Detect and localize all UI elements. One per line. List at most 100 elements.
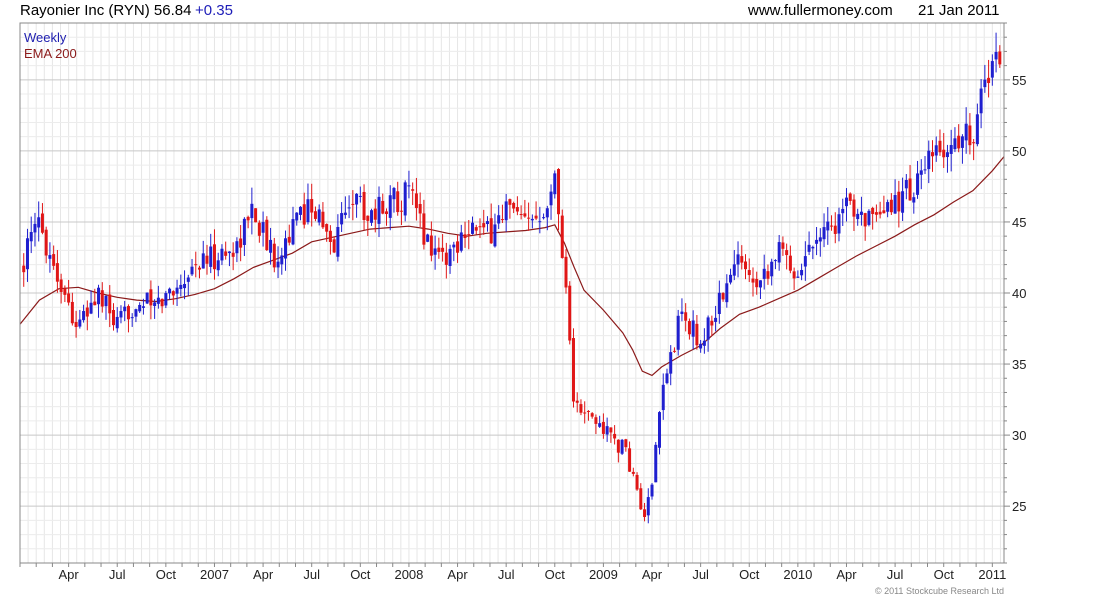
candle-body [444, 252, 448, 265]
candle-body [216, 260, 220, 271]
candle-body [205, 255, 209, 264]
candle-body [194, 264, 198, 266]
y-axis: 25 30 35 40 45 50 55 [1004, 22, 1026, 564]
candle-body [168, 288, 172, 294]
candle-body [220, 248, 224, 261]
candle-body [459, 232, 463, 251]
candle-body [998, 51, 1002, 65]
candle-body [160, 298, 164, 307]
candle-body [355, 193, 359, 205]
y-tick-label: 45 [1012, 215, 1026, 230]
candle-body [945, 152, 949, 158]
candle-body [493, 224, 497, 247]
candle-body [111, 309, 115, 326]
candle-body [321, 211, 325, 228]
candle-body [362, 191, 366, 220]
candle-body [822, 227, 826, 240]
candle-body [777, 242, 781, 263]
candle-body [414, 193, 418, 209]
candle-body [781, 242, 785, 249]
candle-body [40, 213, 44, 233]
x-tick-label: Apr [253, 567, 274, 582]
candle-body [695, 323, 699, 346]
candle-body [186, 277, 190, 282]
candle-body [29, 231, 33, 242]
candle-body [306, 199, 310, 223]
candle-body [751, 278, 755, 283]
candle-body [568, 285, 572, 341]
candle-body [987, 77, 991, 84]
candle-body [482, 223, 486, 228]
candle-body [788, 255, 792, 271]
candle-body [803, 256, 807, 267]
candle-body [37, 217, 41, 228]
candle-body [89, 302, 93, 314]
candle-body [441, 247, 445, 252]
candle-body [549, 191, 553, 206]
candle-body [44, 229, 48, 256]
y-tick-label: 30 [1012, 428, 1026, 443]
legend-ema: EMA 200 [24, 46, 77, 61]
candle-body [70, 301, 74, 324]
candle-body [63, 288, 67, 295]
candle-body [119, 311, 123, 318]
candle-body [856, 213, 860, 220]
y-tick-label: 50 [1012, 144, 1026, 159]
x-tick-label: Jul [109, 567, 126, 582]
x-tick-label: Apr [836, 567, 857, 582]
candle-body [758, 280, 762, 288]
candle-body [796, 276, 800, 278]
candle-body [317, 209, 321, 223]
x-tick-label: Apr [58, 567, 79, 582]
candle-body [231, 252, 235, 257]
candle-body [657, 412, 661, 448]
candle-body [115, 316, 119, 329]
candle-body [227, 251, 231, 254]
candle-body [807, 244, 811, 252]
candle-body [212, 244, 216, 270]
candle-body [384, 211, 388, 215]
candle-body [478, 226, 482, 228]
candle-body [557, 169, 561, 215]
candle-body [59, 279, 63, 292]
candle-body [785, 250, 789, 256]
candle-body [863, 213, 867, 227]
y-tick-label: 25 [1012, 499, 1026, 514]
candle-body [381, 200, 385, 214]
candle-body [744, 261, 748, 270]
x-tick-label: Apr [642, 567, 663, 582]
candle-body [590, 413, 594, 417]
candle-body [650, 484, 654, 497]
candle-body [923, 169, 927, 171]
candle-body [74, 321, 78, 328]
candle-body [261, 222, 265, 233]
candle-body [616, 439, 620, 453]
candle-body [605, 426, 609, 435]
candle-body [67, 293, 71, 303]
candle-body [467, 234, 471, 236]
candle-body [687, 321, 691, 335]
candle-body [706, 317, 710, 340]
candle-body [721, 293, 725, 300]
candle-body [126, 306, 130, 320]
candle-body [302, 204, 306, 225]
candle-body [979, 88, 983, 114]
y-tick-label: 55 [1012, 73, 1026, 88]
candle-body [672, 350, 676, 352]
candle-body [601, 421, 605, 434]
candle-body [123, 306, 127, 312]
candle-body [818, 237, 822, 242]
candle-body [725, 283, 729, 303]
candle-body [351, 203, 355, 205]
candle-body [411, 189, 415, 191]
candle-body [916, 173, 920, 195]
candle-body [792, 271, 796, 279]
candle-body [897, 191, 901, 212]
candle-body [433, 248, 437, 255]
ema-layer [19, 156, 1005, 377]
candle-body [474, 227, 478, 231]
candle-body [960, 136, 964, 148]
candle-body [224, 251, 228, 256]
candle-body [684, 312, 688, 321]
grid [19, 22, 1004, 564]
